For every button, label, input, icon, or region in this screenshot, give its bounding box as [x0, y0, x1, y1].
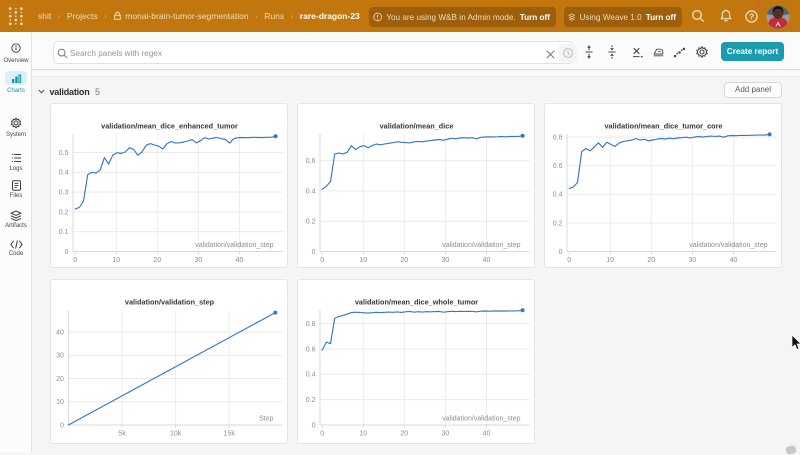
- svg-text:40: 40: [483, 431, 491, 438]
- svg-text:40: 40: [56, 329, 64, 336]
- svg-text:validation/validation_step: validation/validation_step: [689, 242, 767, 249]
- svg-text:validation/mean_dice_whole_tum: validation/mean_dice_whole_tumor: [355, 298, 478, 307]
- svg-text:0.2: 0.2: [306, 397, 316, 404]
- svg-text:20: 20: [400, 431, 408, 438]
- svg-text:0.6: 0.6: [306, 158, 316, 165]
- svg-text:15k: 15k: [224, 431, 236, 438]
- svg-text:30: 30: [56, 353, 64, 360]
- svg-text:20: 20: [400, 257, 408, 264]
- svg-text:30: 30: [442, 257, 450, 264]
- svg-text:10: 10: [56, 399, 64, 406]
- svg-text:40: 40: [236, 257, 244, 264]
- svg-text:0: 0: [320, 257, 324, 264]
- svg-text:validation/validation_step: validation/validation_step: [442, 242, 520, 249]
- svg-text:0: 0: [312, 422, 316, 429]
- svg-text:40: 40: [483, 257, 491, 264]
- svg-text:30: 30: [442, 431, 450, 438]
- svg-text:0.6: 0.6: [553, 163, 563, 170]
- svg-text:0: 0: [559, 249, 563, 256]
- svg-text:0: 0: [60, 422, 64, 429]
- svg-text:30: 30: [195, 257, 203, 264]
- svg-text:Step: Step: [259, 416, 274, 423]
- svg-text:0.2: 0.2: [553, 220, 563, 227]
- svg-text:validation/mean_dice: validation/mean_dice: [380, 122, 454, 131]
- svg-text:?: ?: [749, 12, 754, 22]
- svg-text:0.2: 0.2: [59, 209, 69, 216]
- svg-text:20: 20: [153, 257, 161, 264]
- svg-text:0.4: 0.4: [306, 188, 316, 195]
- svg-text:validation/validation_step: validation/validation_step: [442, 416, 520, 423]
- svg-text:validation/validation_step: validation/validation_step: [195, 242, 273, 249]
- svg-text:20: 20: [56, 376, 64, 383]
- svg-text:30: 30: [689, 257, 697, 264]
- svg-text:0.4: 0.4: [553, 192, 563, 199]
- svg-text:0.1: 0.1: [59, 229, 69, 236]
- svg-text:0.6: 0.6: [306, 346, 316, 353]
- svg-text:0: 0: [567, 257, 571, 264]
- svg-text:0: 0: [320, 431, 324, 438]
- svg-text:0: 0: [312, 249, 316, 256]
- svg-text:0.4: 0.4: [59, 170, 69, 177]
- svg-text:40: 40: [730, 257, 738, 264]
- svg-text:0.8: 0.8: [553, 135, 563, 142]
- svg-text:0.5: 0.5: [59, 150, 69, 157]
- svg-text:0.3: 0.3: [59, 190, 69, 197]
- svg-text:validation/mean_dice_enhanced_: validation/mean_dice_enhanced_tumor: [101, 122, 238, 131]
- svg-text:10k: 10k: [170, 431, 182, 438]
- svg-text:10: 10: [112, 257, 120, 264]
- svg-text:5k: 5k: [118, 431, 126, 438]
- svg-text:10: 10: [359, 431, 367, 438]
- svg-text:0.2: 0.2: [306, 219, 316, 226]
- svg-text:0: 0: [65, 249, 69, 256]
- svg-text:20: 20: [647, 257, 655, 264]
- svg-text:validation/validation_step: validation/validation_step: [125, 298, 215, 307]
- svg-text:validation/mean_dice_tumor_cor: validation/mean_dice_tumor_core: [604, 122, 722, 131]
- svg-text:0.8: 0.8: [306, 321, 316, 328]
- svg-text:10: 10: [606, 257, 614, 264]
- svg-text:0.4: 0.4: [306, 372, 316, 379]
- svg-text:0: 0: [73, 257, 77, 264]
- svg-text:10: 10: [359, 257, 367, 264]
